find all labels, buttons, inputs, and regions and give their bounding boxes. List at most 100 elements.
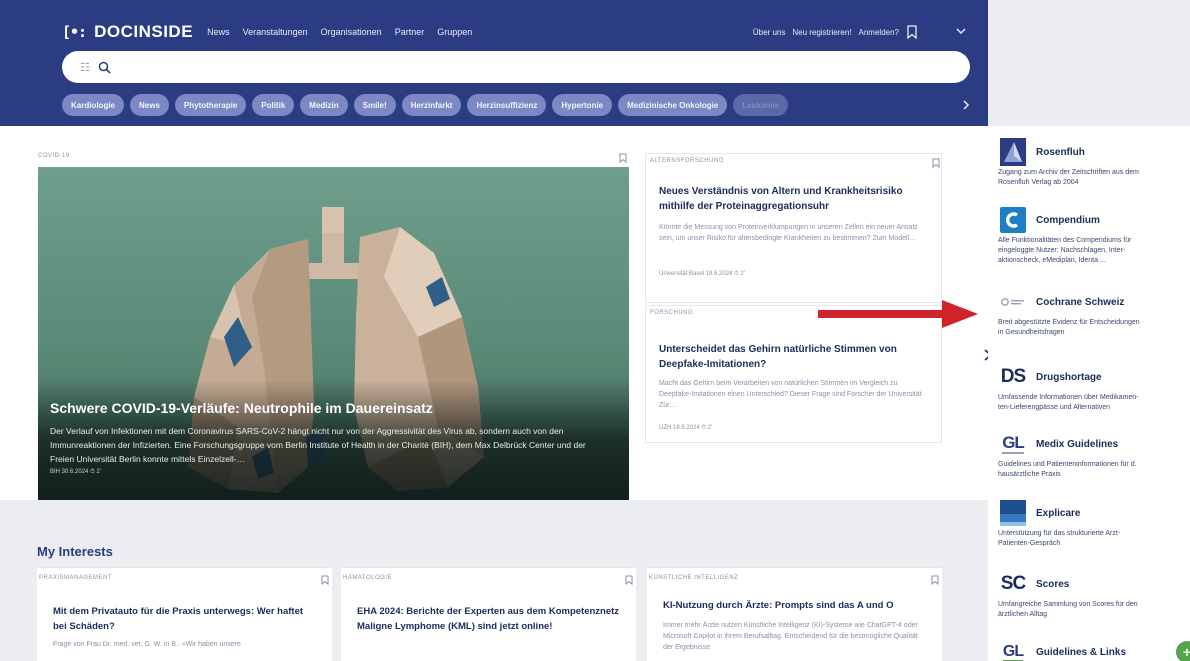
about-link[interactable]: Über uns: [753, 28, 785, 37]
sc-logo-icon: SC: [1000, 573, 1026, 594]
interest-category: KÜNSTLICHE INTELLIGENZ: [649, 575, 739, 581]
nav-link-events[interactable]: Veranstaltungen: [243, 27, 308, 37]
sidebar-item-guidelines-links[interactable]: GL Guidelines & Links: [998, 638, 1190, 661]
article-meta: UZH 18.6.2024 ⏱ 2': [659, 425, 713, 431]
feature-excerpt: Der Verlauf von Infektionen mit dem Coro…: [50, 426, 586, 464]
sidebar-item-title: Medix Guidelines: [1036, 438, 1119, 450]
main-content: COVID-19 Schwere COVID-19-Verläufe: Neut…: [0, 126, 988, 661]
annotation-arrow-icon: [818, 300, 978, 328]
nav-link-partners[interactable]: Partner: [395, 27, 425, 37]
chip-hypertonie[interactable]: Hypertonie: [552, 94, 613, 116]
sidebar-item-desc: Guidelines und Patienteninformationen fü…: [998, 461, 1137, 468]
article-card[interactable]: ALTERNSFORSCHUNG Neues Verständnis von A…: [645, 153, 942, 303]
top-bar: [•: DOCINSIDE News Veranstaltungen Organ…: [62, 22, 968, 42]
sidebar-item-title: Drugshortage: [1036, 371, 1102, 383]
feature-title[interactable]: Schwere COVID-19-Verläufe: Neutrophile i…: [50, 400, 610, 416]
interest-category: HÄMATOLOGIE: [343, 575, 392, 581]
article-title[interactable]: Neues Verständnis von Altern und Krankhe…: [659, 184, 929, 214]
chip-politik[interactable]: Politik: [252, 94, 295, 116]
rosenfluh-logo-icon: [998, 138, 1028, 166]
interest-card[interactable]: HÄMATOLOGIE EHA 2024: Berichte der Exper…: [341, 567, 636, 661]
feature-category: COVID-19: [38, 153, 70, 159]
bookmark-icon[interactable]: [906, 25, 918, 39]
sidebar-item-desc: Unterstützung für das strukturierte Arzt…: [998, 530, 1121, 537]
logo-text: DOCINSIDE: [94, 22, 194, 41]
topic-chips: Kardiologie News Phytotherapie Politik M…: [62, 94, 957, 116]
site-logo[interactable]: [•: DOCINSIDE: [62, 22, 193, 42]
bookmark-icon[interactable]: [932, 158, 940, 168]
nav-link-news[interactable]: News: [207, 27, 230, 37]
chip-smile[interactable]: Smile!: [353, 94, 396, 116]
sidebar-item-drugshortage[interactable]: DS Drugshortage Umfassende Informationen…: [998, 363, 1190, 413]
chip-herzinsuffizienz[interactable]: Herzinsuffizienz: [467, 94, 547, 116]
search-input[interactable]: [118, 55, 970, 79]
sidebar-item-desc: Rosenfluh Verlag ab 2004: [998, 179, 1079, 186]
logo-mark-icon: [•:: [62, 23, 87, 41]
article-category: FORSCHUNG: [650, 310, 694, 316]
site-header: [•: DOCINSIDE News Veranstaltungen Organ…: [0, 0, 988, 126]
sidebar-item-desc: hausärztliche Praxis: [998, 471, 1061, 478]
sidebar-item-desc: Patienten-Gespräch: [998, 540, 1061, 547]
register-link[interactable]: Neu registrieren!: [792, 28, 851, 37]
search-bar: ☷: [62, 51, 970, 83]
article-category: ALTERNSFORSCHUNG: [650, 158, 724, 164]
sidebar-item-desc: Umfangreiche Sammlung von Scores für den: [998, 601, 1138, 608]
chevron-down-icon[interactable]: [954, 24, 968, 38]
sidebar-item-desc: aktionscheck, eMediplan, Identa ...: [998, 257, 1106, 264]
interests-heading: My Interests: [37, 544, 113, 559]
search-icon[interactable]: [98, 61, 111, 74]
sidebar-item-title: Cochrane Schweiz: [1036, 296, 1125, 308]
bookmark-icon[interactable]: [321, 575, 329, 585]
chevron-right-icon[interactable]: [960, 99, 972, 111]
bookmark-icon[interactable]: [625, 575, 633, 585]
ds-logo-icon: DS: [1000, 366, 1026, 387]
nav-link-groups[interactable]: Gruppen: [437, 27, 472, 37]
chip-medizin[interactable]: Medizin: [300, 94, 348, 116]
chip-herzinfarkt[interactable]: Herzinfarkt: [401, 94, 462, 116]
chip-onkologie[interactable]: Medizinische Onkologie: [618, 94, 728, 116]
sidebar-item-rosenfluh[interactable]: Rosenfluh Zugang zum Archiv der Zeitschr…: [998, 138, 1190, 188]
sidebar-item-desc: ten-Lieferengpässe und Alternativen: [998, 404, 1111, 411]
filter-icon[interactable]: ☷: [80, 61, 90, 74]
interest-title[interactable]: EHA 2024: Berichte der Experten aus dem …: [357, 604, 622, 634]
partner-sidebar: Rosenfluh Zugang zum Archiv der Zeitschr…: [988, 126, 1190, 661]
sidebar-item-desc: eingeloggte Nutzer: Nachschlagen, Inter-: [998, 247, 1126, 254]
login-link[interactable]: Anmelden?: [859, 28, 899, 37]
bookmark-icon[interactable]: [619, 153, 627, 163]
gl-links-logo-icon: GL: [1002, 642, 1024, 661]
interest-title[interactable]: Mit dem Privatauto für die Praxis unterw…: [53, 604, 318, 634]
cochrane-logo-icon: [998, 288, 1028, 316]
compendium-logo-icon: [998, 206, 1028, 234]
explicare-logo-icon: [998, 499, 1028, 527]
interest-title[interactable]: KI-Nutzung durch Ärzte: Prompts sind das…: [663, 598, 928, 613]
interest-excerpt: Immer mehr Ärzte nutzen Künstliche Intel…: [663, 622, 918, 651]
gl-logo-icon: GL: [1002, 433, 1025, 454]
bookmark-icon[interactable]: [931, 575, 939, 585]
nav-link-organisations[interactable]: Organisationen: [321, 27, 382, 37]
sidebar-item-compendium[interactable]: Compendium Alle Funktionalitäten des Com…: [998, 206, 1190, 266]
user-nav: Über uns Neu registrieren! Anmelden?: [753, 25, 918, 39]
chip-phytotherapie[interactable]: Phytotherapie: [174, 94, 247, 116]
sidebar-item-title: Guidelines & Links: [1036, 646, 1127, 658]
sidebar-item-cochrane[interactable]: Cochrane Schweiz Breit abgestützte Evide…: [998, 288, 1190, 338]
interest-card[interactable]: KÜNSTLICHE INTELLIGENZ KI-Nutzung durch …: [647, 567, 942, 661]
main-nav: News Veranstaltungen Organisationen Part…: [207, 27, 485, 37]
chip-news[interactable]: News: [130, 94, 169, 116]
sidebar-item-explicare[interactable]: Explicare Unterstützung für das struktur…: [998, 499, 1190, 549]
feature-article[interactable]: Schwere COVID-19-Verläufe: Neutrophile i…: [38, 167, 629, 500]
interest-card[interactable]: PRAXISMANAGEMENT Mit dem Privatauto für …: [37, 567, 332, 661]
sidebar-item-medix[interactable]: GL Medix Guidelines Guidelines und Patie…: [998, 430, 1190, 480]
chip-kardiologie[interactable]: Kardiologie: [62, 94, 125, 116]
article-title[interactable]: Unterscheidet das Gehirn natürliche Stim…: [659, 342, 929, 372]
sidebar-item-title: Explicare: [1036, 507, 1081, 519]
article-excerpt: Könnte die Messung von Proteinverklumpun…: [659, 224, 918, 242]
interest-excerpt: Frage von Frau Dr. med. vet. G. W. in B.…: [53, 641, 241, 648]
chip-leukaemie[interactable]: Leukämie: [733, 94, 789, 116]
sidebar-item-desc: ärztlichen Alltag: [998, 611, 1048, 618]
article-excerpt: Macht das Gehirn beim Verarbeiten von na…: [659, 380, 922, 409]
sidebar-item-desc: in Gesundheitsfragen: [998, 329, 1065, 336]
sidebar-item-title: Rosenfluh: [1036, 146, 1085, 158]
sidebar-item-scores[interactable]: SC Scores Umfangreiche Sammlung von Scor…: [998, 570, 1190, 620]
add-button[interactable]: +: [1176, 641, 1190, 661]
interest-category: PRAXISMANAGEMENT: [39, 575, 113, 581]
